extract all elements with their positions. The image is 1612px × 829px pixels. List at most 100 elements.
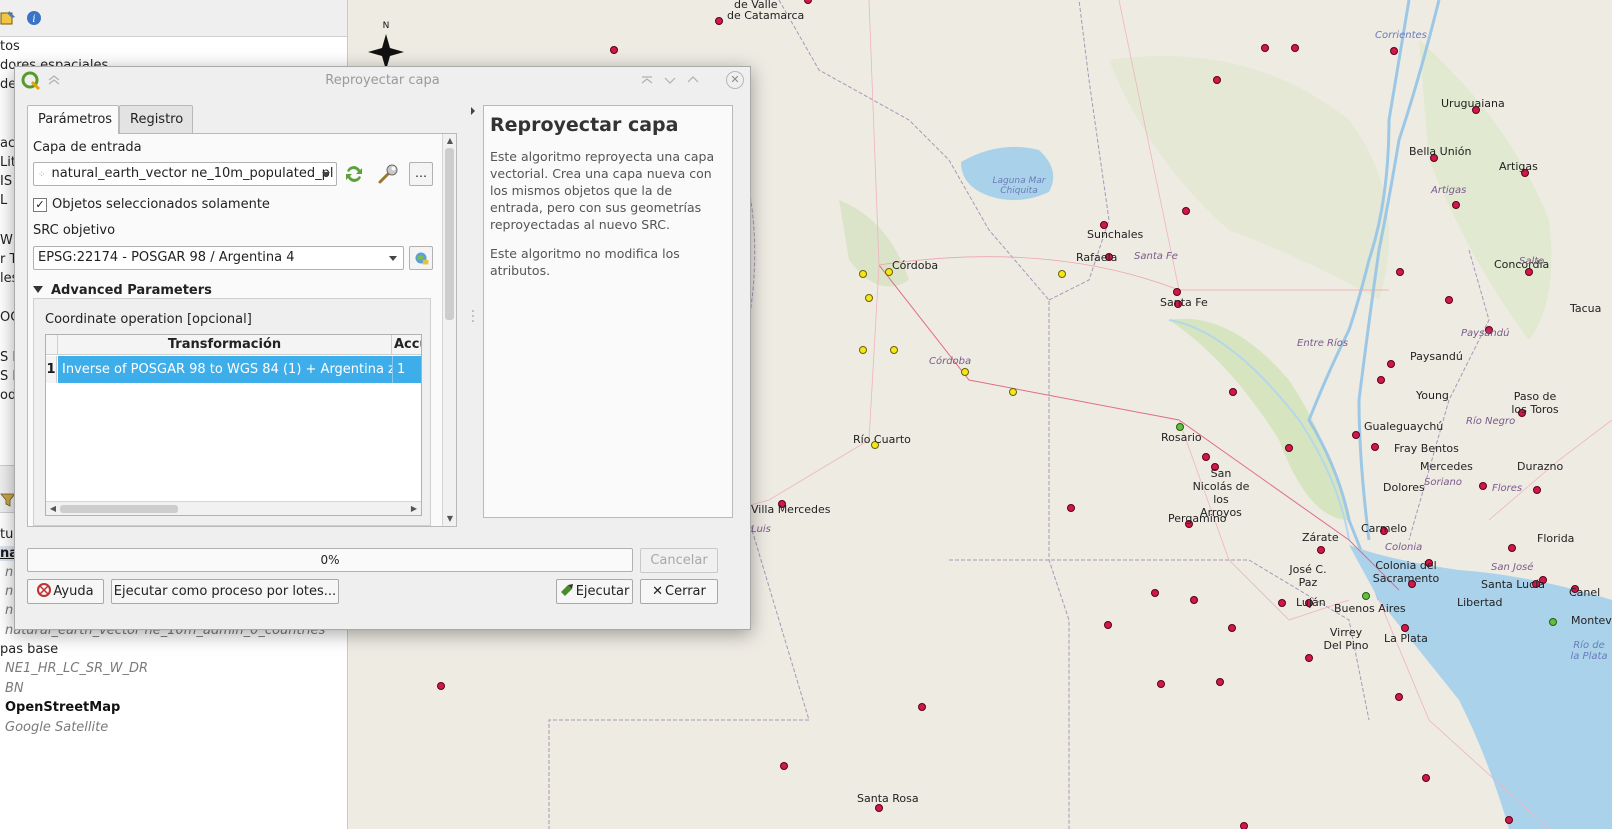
- layer-item[interactable]: BN: [5, 681, 24, 696]
- table-corner: [46, 335, 58, 355]
- map-label: Artigas: [1499, 160, 1538, 173]
- map-label: Artigas: [1431, 185, 1467, 196]
- layer-group[interactable]: pas base: [0, 642, 58, 657]
- parameters-scrollbar[interactable]: ▲ ▼: [442, 134, 456, 526]
- browser-toolbar: i: [0, 8, 347, 30]
- table-horizontal-scrollbar[interactable]: ◀ ▶: [46, 501, 421, 515]
- map-label: Colonia del Sacramento: [1372, 559, 1440, 585]
- map-label: José C. Paz: [1289, 563, 1327, 589]
- map-label: de Catamarca: [727, 9, 805, 22]
- map-label: Zárate: [1302, 531, 1339, 544]
- map-label: Durazno: [1517, 460, 1564, 473]
- shade-up-icon[interactable]: [638, 71, 656, 89]
- iterate-icon[interactable]: [342, 162, 366, 186]
- batch-process-button[interactable]: Ejecutar como proceso por lotes...: [111, 579, 339, 604]
- map-label: Soriano: [1424, 477, 1462, 488]
- map-label: Flores: [1492, 483, 1523, 494]
- close-button-label: Cerrar: [665, 584, 706, 599]
- map-label: Buenos Aires: [1334, 602, 1406, 615]
- map-label: Libertad: [1457, 596, 1503, 609]
- layer-item[interactable]: Google Satellite: [5, 720, 108, 735]
- selected-only-checkbox[interactable]: ✓: [33, 198, 47, 212]
- browser-item[interactable]: IS: [0, 174, 12, 189]
- map-label: Colonia: [1385, 542, 1423, 553]
- coord-operation-table: Transformación Accu 1 Inverse of POSGAR …: [45, 334, 422, 516]
- transform-cell[interactable]: Inverse of POSGAR 98 to WGS 84 (1) + Arg…: [58, 356, 392, 383]
- coord-operation-label: Coordinate operation [opcional]: [45, 312, 252, 327]
- map-label: Villa Mercedes: [751, 503, 831, 516]
- advanced-parameters-box: Coordinate operation [opcional] Transfor…: [33, 298, 431, 526]
- map-label: Rafaela: [1076, 251, 1118, 264]
- layer-item[interactable]: NE1_HR_LC_SR_W_DR: [5, 661, 148, 676]
- info-icon[interactable]: i: [26, 10, 42, 26]
- tab-registro[interactable]: Registro: [119, 105, 193, 133]
- svg-text:i: i: [32, 14, 35, 25]
- chevron-down-icon: [322, 172, 330, 177]
- map-label: Luján: [1296, 596, 1326, 609]
- map-label: Young: [1416, 389, 1449, 402]
- close-icon: ✕: [652, 584, 664, 599]
- run-button[interactable]: Ejecutar: [556, 579, 633, 604]
- maximize-icon[interactable]: [684, 71, 702, 89]
- map-label: Tacua: [1570, 302, 1602, 315]
- map-label: Río Cuarto: [853, 433, 911, 446]
- run-icon: [560, 584, 573, 596]
- wrench-icon[interactable]: [376, 162, 400, 186]
- map-label: Canel: [1569, 586, 1601, 599]
- scroll-up-icon[interactable]: ▲: [443, 134, 456, 148]
- minimize-icon[interactable]: [661, 71, 679, 89]
- input-layer-label: Capa de entrada: [33, 140, 142, 155]
- map-label: Florida: [1537, 532, 1575, 545]
- help-title: Reproyectar capa: [490, 114, 679, 136]
- window-close-icon[interactable]: ✕: [726, 71, 744, 89]
- map-label: Santa Rosa: [857, 792, 919, 805]
- map-label: Gualeguaychú: [1364, 420, 1444, 433]
- column-header-accuracy[interactable]: Accu: [392, 335, 421, 355]
- map-label: Carmelo: [1361, 522, 1408, 535]
- collapse-triangle-icon: [33, 286, 43, 293]
- dialog-titlebar[interactable]: Reproyectar capa ✕: [15, 67, 750, 95]
- tab-parametros[interactable]: Parámetros: [27, 105, 119, 134]
- browser-item[interactable]: tos: [0, 39, 20, 54]
- reproject-layer-dialog: Reproyectar capa ✕ Parámetros Registro C…: [14, 66, 751, 630]
- advanced-label: Advanced Parameters: [51, 283, 212, 298]
- help-button[interactable]: Ayuda: [27, 579, 104, 604]
- input-layer-combo[interactable]: ⁘ natural_earth_vector ne_10m_populated_p…: [33, 162, 337, 186]
- table-scroll-thumb[interactable]: [60, 505, 178, 513]
- panel-splitter[interactable]: [470, 107, 476, 527]
- map-label: Paso de los Toros: [1511, 390, 1559, 416]
- map-label: Paysandú: [1410, 350, 1463, 363]
- browser-item[interactable]: L: [0, 193, 7, 208]
- map-label: Sunchales: [1087, 228, 1144, 241]
- map-label: San José: [1491, 562, 1534, 573]
- map-label: Dolores: [1383, 481, 1425, 494]
- more-options-button[interactable]: …: [409, 162, 433, 186]
- target-crs-combo[interactable]: EPSG:22174 - POSGAR 98 / Argentina 4: [33, 246, 404, 270]
- scroll-right-icon[interactable]: ▶: [407, 502, 421, 515]
- cancel-button[interactable]: Cancelar: [640, 548, 718, 573]
- crs-selector-icon[interactable]: [409, 246, 433, 270]
- map-label: Santa Fe: [1160, 296, 1208, 309]
- layer-item[interactable]: OpenStreetMap: [5, 700, 120, 715]
- scroll-down-icon[interactable]: ▼: [443, 512, 456, 526]
- map-label: Salto: [1519, 256, 1545, 267]
- parameters-scroll-thumb[interactable]: [445, 148, 454, 320]
- accuracy-cell[interactable]: 1: [392, 356, 421, 383]
- map-label: Santa Lucía: [1481, 578, 1545, 591]
- close-button[interactable]: ✕ Cerrar: [640, 579, 718, 604]
- point-layer-icon: ⁘: [38, 170, 46, 180]
- scroll-left-icon[interactable]: ◀: [46, 502, 60, 515]
- map-label: Uruguaiana: [1441, 97, 1505, 110]
- map-label: La Plata: [1384, 632, 1428, 645]
- parameters-panel: Capa de entrada ⁘ natural_earth_vector ne…: [27, 133, 457, 527]
- north-arrow-icon: [368, 34, 404, 70]
- row-number[interactable]: 1: [46, 356, 57, 383]
- target-crs-label: SRC objetivo: [33, 223, 116, 238]
- advanced-parameters-toggle[interactable]: Advanced Parameters: [33, 283, 212, 298]
- map-label: Río de la Plata: [1570, 640, 1608, 662]
- map-label: Paysandú: [1461, 328, 1510, 339]
- map-label: Córdoba: [929, 356, 972, 367]
- properties-icon[interactable]: [0, 10, 16, 26]
- run-button-label: Ejecutar: [575, 584, 630, 599]
- column-header-transformacion[interactable]: Transformación: [58, 335, 392, 355]
